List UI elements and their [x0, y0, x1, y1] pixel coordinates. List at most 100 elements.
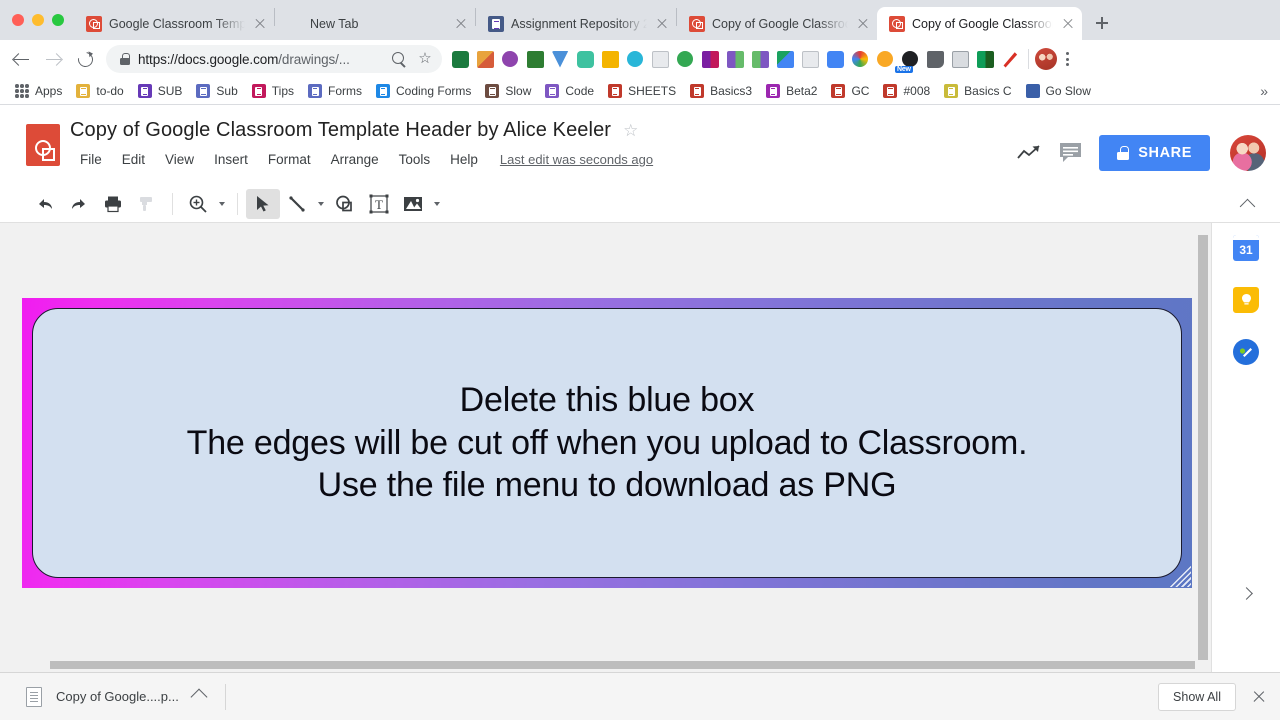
bookmark-star-icon[interactable]: ☆ [416, 50, 434, 68]
browser-tab-4[interactable]: Copy of Google Classroom T [677, 7, 877, 40]
extension-icon-4[interactable] [523, 47, 547, 71]
menu-edit[interactable]: Edit [112, 149, 155, 170]
star-icon[interactable]: ☆ [623, 121, 638, 141]
forward-button[interactable] [38, 44, 68, 74]
bookmark-forms[interactable]: Forms [301, 81, 369, 101]
search-icon[interactable] [390, 50, 408, 68]
show-all-downloads-button[interactable]: Show All [1158, 682, 1236, 711]
profile-avatar[interactable] [1035, 48, 1057, 70]
document-title[interactable]: Copy of Google Classroom Template Header… [70, 119, 611, 142]
drawing-canvas[interactable]: Delete this blue box The edges will be c… [0, 223, 1212, 672]
back-button[interactable] [6, 44, 36, 74]
last-edit-status[interactable]: Last edit was seconds ago [500, 152, 653, 167]
scrollbar-thumb[interactable] [1198, 235, 1208, 660]
bookmarks-overflow-button[interactable]: » [1260, 83, 1272, 99]
maximize-window-button[interactable] [52, 14, 64, 26]
browser-tab-5-active[interactable]: Copy of Google Classroom T [877, 7, 1082, 40]
comment-icon[interactable] [1059, 142, 1083, 164]
vertical-scrollbar[interactable] [1197, 227, 1209, 668]
browser-tab-3[interactable]: Assignment Repository 2018 [476, 7, 676, 40]
paint-format-button[interactable] [130, 189, 164, 219]
extension-icon-17[interactable] [848, 47, 872, 71]
select-tool-button[interactable] [246, 188, 280, 219]
close-icon[interactable] [1060, 16, 1076, 32]
extension-icon-19[interactable]: New [895, 47, 922, 73]
bookmark-coding-forms[interactable]: Coding Forms [369, 81, 478, 101]
scrollbar-thumb[interactable] [50, 661, 1195, 669]
chevron-up-icon[interactable] [190, 688, 208, 705]
google-tasks-icon[interactable] [1233, 339, 1259, 365]
extension-icon-2[interactable] [473, 47, 497, 71]
google-keep-icon[interactable] [1233, 287, 1259, 313]
extension-icon-15[interactable] [798, 47, 822, 71]
bookmark-sub-upper[interactable]: SUB [131, 81, 190, 101]
close-window-button[interactable] [12, 14, 24, 26]
extension-icon-9[interactable] [648, 47, 672, 71]
line-tool-button[interactable] [280, 189, 314, 219]
close-icon[interactable] [1250, 688, 1268, 706]
close-icon[interactable] [654, 16, 670, 32]
image-dropdown-icon[interactable] [430, 189, 444, 219]
extension-icon-22[interactable] [973, 47, 997, 71]
google-calendar-icon[interactable]: 31 [1233, 235, 1259, 261]
zoom-dropdown-icon[interactable] [215, 189, 229, 219]
menu-help[interactable]: Help [440, 149, 488, 170]
menu-tools[interactable]: Tools [389, 149, 441, 170]
extension-icon-7[interactable] [598, 47, 622, 71]
menu-format[interactable]: Format [258, 149, 321, 170]
bookmark-slow[interactable]: Slow [478, 81, 538, 101]
extension-icon-6[interactable] [573, 47, 597, 71]
extension-icon-14[interactable] [773, 47, 797, 71]
extension-icon-21[interactable] [948, 47, 972, 71]
bookmark-go-slow[interactable]: Go Slow [1019, 81, 1098, 101]
bookmark-tips[interactable]: Tips [245, 81, 301, 101]
horizontal-scrollbar[interactable] [50, 660, 1195, 670]
menu-arrange[interactable]: Arrange [321, 149, 389, 170]
zoom-button[interactable] [181, 189, 215, 219]
bookmark-008[interactable]: #008 [876, 81, 937, 101]
bookmark-sheets[interactable]: SHEETS [601, 81, 683, 101]
extension-icon-1[interactable] [448, 47, 472, 71]
blue-instruction-box[interactable]: Delete this blue box The edges will be c… [32, 308, 1182, 578]
account-avatar[interactable] [1230, 135, 1266, 171]
close-icon[interactable] [453, 16, 469, 32]
menu-view[interactable]: View [155, 149, 204, 170]
expand-side-panel-button[interactable] [1233, 580, 1259, 606]
bookmark-gc[interactable]: GC [824, 81, 876, 101]
bookmark-basics3[interactable]: Basics3 [683, 81, 759, 101]
close-icon[interactable] [855, 16, 871, 32]
extension-icon-23[interactable] [998, 47, 1022, 71]
extension-icon-18[interactable] [873, 47, 897, 71]
browser-tab-2[interactable]: New Tab [275, 7, 475, 40]
gradient-banner-shape[interactable]: Delete this blue box The edges will be c… [22, 298, 1192, 588]
extension-icon-8[interactable] [623, 47, 647, 71]
extension-icon-5[interactable] [548, 47, 572, 71]
bookmark-sub[interactable]: Sub [189, 81, 244, 101]
bookmark-beta2[interactable]: Beta2 [759, 81, 824, 101]
share-button[interactable]: SHARE [1099, 135, 1210, 171]
new-tab-button[interactable] [1088, 9, 1116, 37]
extension-icon-12[interactable] [723, 47, 747, 71]
extension-icon-3[interactable] [498, 47, 522, 71]
extension-icon-10[interactable] [673, 47, 697, 71]
download-item[interactable]: Copy of Google....p... [12, 673, 215, 720]
print-button[interactable] [96, 189, 130, 219]
address-bar[interactable]: https://docs.google.com/drawings/... ☆ [106, 45, 442, 73]
extension-icon-20[interactable] [923, 47, 947, 71]
minimize-window-button[interactable] [32, 14, 44, 26]
collapse-menus-button[interactable] [1232, 189, 1262, 219]
bookmark-to-do[interactable]: to-do [69, 81, 130, 101]
reload-button[interactable] [70, 44, 100, 74]
bookmark-basics-c[interactable]: Basics C [937, 81, 1018, 101]
shape-tool-button[interactable] [328, 189, 362, 219]
image-tool-button[interactable] [396, 189, 430, 219]
text-box-tool-button[interactable]: T [362, 189, 396, 219]
redo-button[interactable] [62, 189, 96, 219]
trending-up-icon[interactable] [1017, 143, 1043, 163]
extension-icon-16[interactable] [823, 47, 847, 71]
extension-icon-11[interactable] [698, 47, 722, 71]
menu-insert[interactable]: Insert [204, 149, 258, 170]
close-icon[interactable] [252, 16, 268, 32]
bookmark-apps[interactable]: Apps [8, 81, 69, 101]
undo-button[interactable] [28, 189, 62, 219]
